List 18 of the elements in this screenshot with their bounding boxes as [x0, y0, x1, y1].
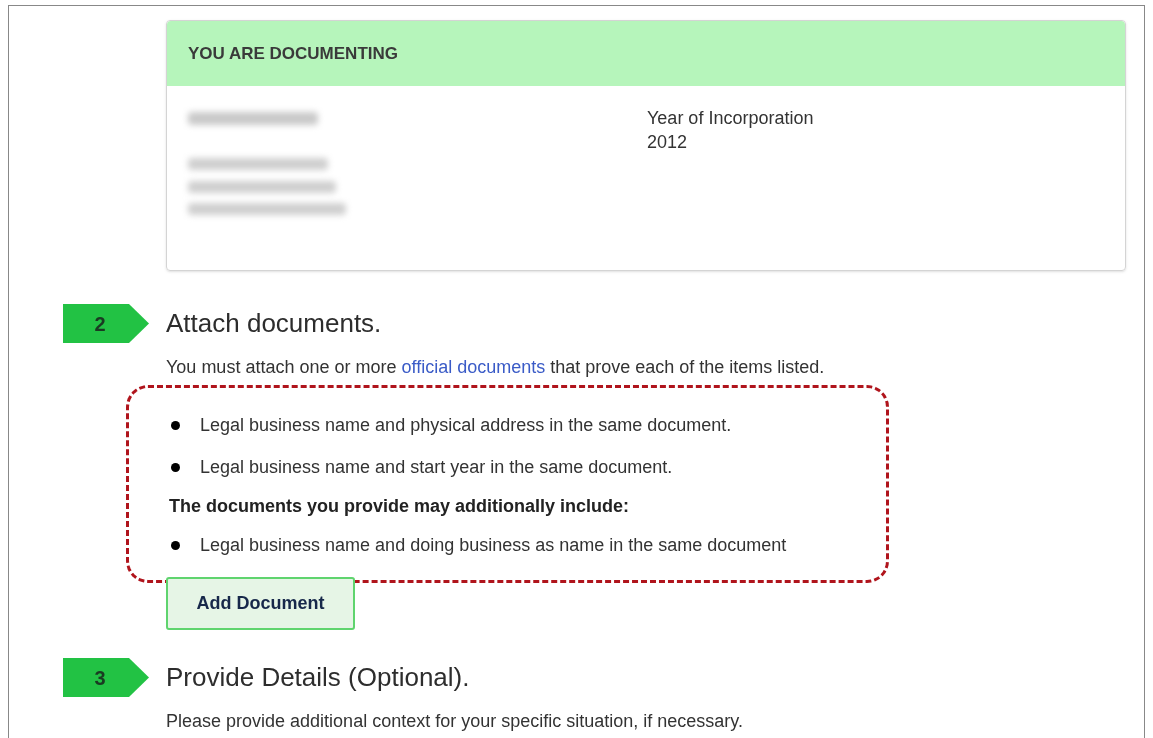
- add-document-button[interactable]: Add Document: [166, 577, 355, 630]
- instruction-text: You must attach one or more official documents that prove each of the items listed.: [166, 356, 826, 379]
- card-title: YOU ARE DOCUMENTING: [188, 42, 398, 65]
- instruction-text: Please provide additional context for your specific situation, if necessary.: [166, 710, 744, 733]
- requirement-text: Legal business name and start year in the same document.: [200, 455, 673, 479]
- bullet-icon: [171, 462, 180, 472]
- field-value: 2012: [647, 131, 689, 154]
- step-title: Attach documents.: [166, 307, 382, 340]
- field-label: Year of Incorporation: [647, 107, 814, 130]
- documents-link[interactable]: official documents: [401, 357, 546, 377]
- step-badge: 3: [63, 658, 149, 697]
- subheading: The documents you provide may additionally include:: [169, 494, 630, 518]
- requirement-text: Legal business name and physical address in the same document.: [200, 413, 732, 437]
- step-title: Provide Details (Optional).: [166, 661, 470, 694]
- bullet-icon: [171, 540, 180, 550]
- requirement-text: Legal business name and doing business as name in the same document: [200, 533, 787, 557]
- bullet-icon: [171, 420, 180, 430]
- step-badge: 2: [63, 304, 149, 343]
